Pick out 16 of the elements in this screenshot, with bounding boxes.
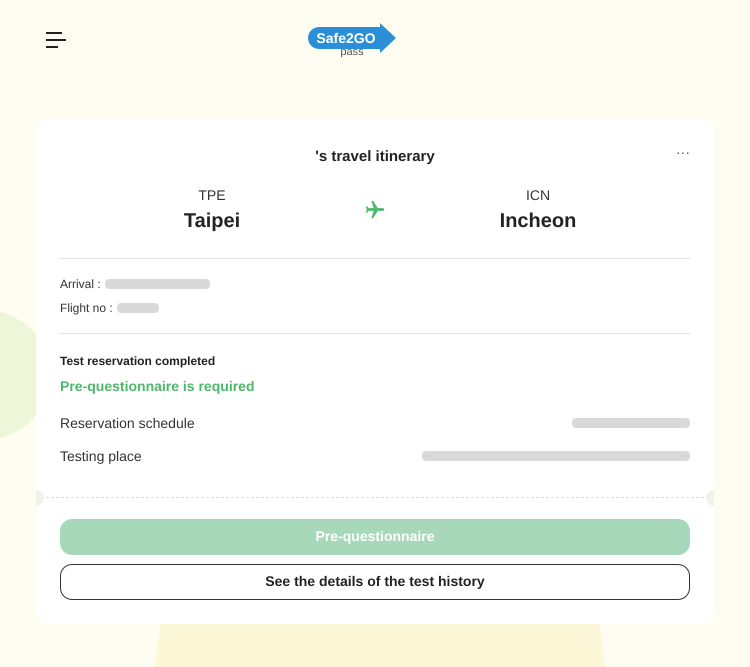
city-name: Incheon: [500, 208, 576, 234]
history-button[interactable]: See the details of the test history: [60, 564, 690, 600]
detail-label: Arrival :: [60, 276, 101, 292]
menu-icon[interactable]: [46, 32, 66, 48]
notice-text: Pre-questionnaire is required: [60, 376, 256, 396]
airplane-icon: [364, 199, 386, 221]
status-text: Test reservation completed: [60, 352, 216, 370]
row-label: Reservation schedule: [60, 414, 195, 432]
card-title: 's travel itinerary: [315, 147, 435, 167]
airport-code: TPE: [198, 186, 226, 204]
city-name: Taipei: [184, 208, 240, 234]
detail-label: Flight no :: [60, 300, 113, 316]
logo: Safe2GO pass: [308, 22, 396, 58]
more-button[interactable]: ···: [676, 142, 690, 163]
airport-code: ICN: [526, 186, 550, 204]
row-label: Testing place: [60, 446, 142, 466]
